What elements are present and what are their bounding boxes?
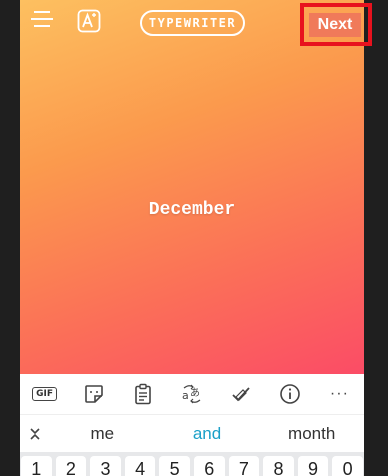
key-9[interactable]: 9 [297,456,329,476]
spell-check-button[interactable] [217,374,266,414]
text-effects-icon[interactable] [77,9,101,33]
key-8[interactable]: 8 [263,456,294,476]
svg-text:a: a [182,389,189,402]
gif-icon: GIF [32,387,58,401]
next-button[interactable]: Next [309,13,361,37]
collapse-icon [30,427,40,440]
number-key-row: 1 2 3 4 5 6 7 8 9 0 [20,452,364,476]
more-button[interactable]: ··· [315,374,364,414]
key-7[interactable]: 7 [228,456,260,476]
suggestion-left[interactable]: me [50,424,155,444]
keyboard-toolbar: GIF a あ ··· [20,374,364,414]
spell-check-icon [232,387,250,402]
key-3[interactable]: 3 [90,456,121,476]
info-icon [280,384,301,404]
collapse-suggestions-button[interactable] [20,415,50,453]
more-icon: ··· [329,385,349,402]
sticker-button[interactable] [69,374,118,414]
suggestion-center[interactable]: and [155,424,260,444]
suggestion-right[interactable]: month [259,424,364,444]
story-text[interactable]: December [20,200,364,220]
sticker-icon [84,385,103,403]
text-style-button[interactable]: TYPEWRITER [140,10,245,36]
key-0[interactable]: 0 [332,456,363,476]
key-4[interactable]: 4 [124,456,156,476]
suggestion-strip: me and month [20,414,364,452]
clipboard-button[interactable] [118,374,167,414]
info-button[interactable] [266,374,315,414]
key-5[interactable]: 5 [159,456,190,476]
key-2[interactable]: 2 [55,456,87,476]
translate-icon: a あ [182,384,201,404]
story-canvas[interactable]: TYPEWRITER December [20,0,364,374]
key-1[interactable]: 1 [21,456,52,476]
clipboard-icon [135,383,151,405]
phone-screen: TYPEWRITER December GIF a あ ··· me and m… [20,0,364,476]
gif-button[interactable]: GIF [20,374,69,414]
key-6[interactable]: 6 [193,456,225,476]
translate-button[interactable]: a あ [167,374,216,414]
menu-icon[interactable] [31,9,53,29]
